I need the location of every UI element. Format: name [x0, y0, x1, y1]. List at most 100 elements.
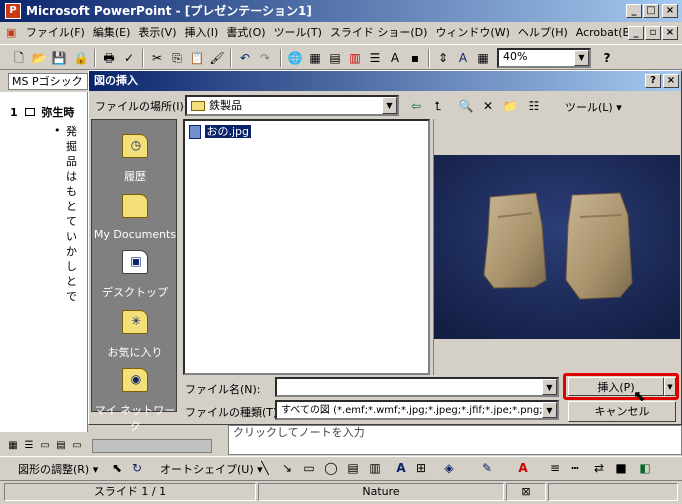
dialog-close-icon[interactable]: × — [663, 74, 679, 88]
wordart-icon[interactable]: A — [392, 459, 410, 477]
textbox-icon[interactable]: ▤ — [344, 459, 362, 477]
file-list[interactable]: おの.jpg — [183, 119, 430, 375]
permission-icon[interactable]: 🔒 — [72, 49, 90, 67]
close-icon[interactable]: × — [662, 4, 678, 18]
back-icon[interactable]: ⇦ — [407, 97, 425, 115]
maximize-icon[interactable]: □ — [643, 4, 659, 18]
rectangle-icon[interactable]: ▭ — [300, 459, 318, 477]
tools-menu[interactable]: ツール(L) ▾ — [565, 99, 622, 115]
expand-all-icon[interactable]: ☰ — [366, 49, 384, 67]
zoom-dropdown-icon[interactable]: ▼ — [574, 50, 589, 66]
filename-dropdown-icon[interactable]: ▼ — [542, 379, 557, 395]
line-style-icon[interactable]: ≡ — [546, 459, 564, 477]
insert-table-icon[interactable]: ▤ — [326, 49, 344, 67]
outline-slide-row: 1 弥生時 — [10, 104, 74, 120]
vertical-textbox-icon[interactable]: ▥ — [366, 459, 384, 477]
filename-label: ファイル名(N): — [185, 383, 261, 396]
adjust-shapes-menu[interactable]: 図形の調整(R) ▾ — [18, 461, 98, 477]
doc-minimize-icon[interactable]: _ — [628, 26, 644, 40]
views-icon[interactable]: ☷ — [525, 97, 543, 115]
dialog-help-icon[interactable]: ? — [645, 74, 661, 88]
hyperlink-icon[interactable]: 🌐 — [286, 49, 304, 67]
menu-help[interactable]: ヘルプ(H) — [514, 22, 572, 44]
location-select[interactable]: 鉄製品 ▼ — [185, 95, 399, 116]
tables-borders-icon[interactable]: ▦ — [306, 49, 324, 67]
spelling-icon[interactable]: ✓ — [120, 49, 138, 67]
menu-insert[interactable]: 挿入(I) — [180, 22, 222, 44]
menu-edit[interactable]: 編集(E) — [89, 22, 135, 44]
show-formatting-icon[interactable]: A — [386, 49, 404, 67]
menu-format[interactable]: 書式(O) — [222, 22, 269, 44]
help-icon[interactable]: ? — [598, 49, 616, 67]
cancel-button[interactable]: キャンセル — [568, 401, 676, 422]
file-item[interactable]: おの.jpg — [189, 123, 252, 139]
open-icon[interactable]: 📂 — [30, 49, 48, 67]
arrow-style-icon[interactable]: ⇄ — [590, 459, 608, 477]
powerpoint-app-icon[interactable]: P — [5, 3, 21, 19]
insert-picture-dialog: 図の挿入 ? × ファイルの場所(I): 鉄製品 ▼ ⇦ ⮤ 🔍 ✕ 📁 ☷ ツ… — [88, 70, 682, 433]
up-folder-icon[interactable]: ⮤ — [429, 97, 447, 115]
insert-button[interactable]: 挿入(P) — [568, 377, 664, 396]
oval-icon[interactable]: ◯ — [322, 459, 340, 477]
status-empty-panel — [548, 483, 678, 501]
line-spacing-icon[interactable]: ⇕ — [434, 49, 452, 67]
filetype-dropdown-icon[interactable]: ▼ — [542, 402, 557, 418]
slideshow-view-icon[interactable]: ▭ — [68, 437, 86, 455]
drawing-toolbar: 図形の調整(R) ▾ ⬉ ↻ オートシェイプ(U) ▾ ╲ ↘ ▭ ◯ ▤ ▥ … — [0, 456, 682, 480]
undo-icon[interactable]: ↶ — [236, 49, 254, 67]
fill-color-icon[interactable]: ◈ — [440, 459, 458, 477]
search-web-icon[interactable]: 🔍 — [457, 97, 475, 115]
select-pointer-icon[interactable]: ⬉ — [108, 459, 126, 477]
3d-style-icon[interactable]: ◧ — [636, 459, 654, 477]
text-direction-icon[interactable]: A — [454, 49, 472, 67]
autoshapes-menu[interactable]: オートシェイプ(U) ▾ — [160, 461, 263, 477]
copy-icon[interactable]: ⎘ — [168, 49, 186, 67]
print-icon[interactable]: 🖶 — [100, 49, 118, 67]
line-color-icon[interactable]: ✎ — [478, 459, 496, 477]
grid-icon[interactable]: ▦ — [474, 49, 492, 67]
slide-number: 1 — [10, 106, 18, 119]
save-icon[interactable]: 💾 — [50, 49, 68, 67]
dash-style-icon[interactable]: ┅ — [566, 459, 584, 477]
paste-icon[interactable]: 📋 — [188, 49, 206, 67]
arrow-icon[interactable]: ↘ — [278, 459, 296, 477]
menu-view[interactable]: 表示(V) — [134, 22, 180, 44]
format-painter-icon[interactable]: 🖌 — [208, 49, 226, 67]
menu-file[interactable]: ファイル(F) — [22, 22, 89, 44]
font-color-icon[interactable]: A — [514, 459, 532, 477]
notes-pane[interactable]: クリックしてノートを入力 — [228, 425, 682, 455]
line-icon[interactable]: ╲ — [256, 459, 274, 477]
minimize-icon[interactable]: _ — [626, 4, 642, 18]
shadow-style-icon[interactable]: ■ — [612, 459, 630, 477]
new-folder-icon[interactable]: 📁 — [501, 97, 519, 115]
new-icon[interactable]: 🗋 — [10, 49, 28, 67]
menu-slideshow[interactable]: スライド ショー(D) — [326, 22, 432, 44]
notes-placeholder: クリックしてノートを入力 — [233, 426, 365, 439]
rotate-icon[interactable]: ↻ — [128, 459, 146, 477]
doc-restore-icon[interactable]: ▫ — [645, 26, 661, 40]
network-icon: ◉ — [122, 368, 148, 392]
insert-options-icon[interactable]: ▼ — [664, 377, 676, 396]
redo-icon[interactable]: ↷ — [256, 49, 274, 67]
grayscale-icon[interactable]: ▪ — [406, 49, 424, 67]
cut-icon[interactable]: ✂ — [148, 49, 166, 67]
outline-pane[interactable]: 1 弥生時 • 発掘 品は もと てい かし とで — [0, 92, 88, 432]
slide-icon — [24, 108, 35, 116]
menu-tools[interactable]: ツール(T) — [270, 22, 326, 44]
doc-close-icon[interactable]: × — [662, 26, 678, 40]
stone-axes-photo — [434, 155, 680, 339]
delete-icon[interactable]: ✕ — [479, 97, 497, 115]
preview-pane — [433, 119, 681, 375]
document-icon[interactable]: ▣ — [0, 22, 18, 44]
diagram-icon[interactable]: ⊞ — [412, 459, 430, 477]
location-dropdown-icon[interactable]: ▼ — [382, 97, 397, 114]
horizontal-scrollbar[interactable] — [92, 439, 212, 453]
insert-chart-icon[interactable]: ▥ — [346, 49, 364, 67]
filetype-select[interactable]: すべての図 (*.emf;*.wmf;*.jpg;*.jpeg;*.jfif;*… — [275, 400, 559, 420]
place-network[interactable]: ◉ マイ ネットワーク — [92, 360, 178, 440]
filename-input[interactable]: ▼ — [275, 377, 559, 397]
menu-window[interactable]: ウィンドウ(W) — [431, 22, 513, 44]
font-name-select[interactable]: MS Pゴシック — [8, 73, 88, 90]
location-label: ファイルの場所(I): — [95, 100, 188, 113]
zoom-select[interactable]: 40% ▼ — [497, 48, 591, 68]
